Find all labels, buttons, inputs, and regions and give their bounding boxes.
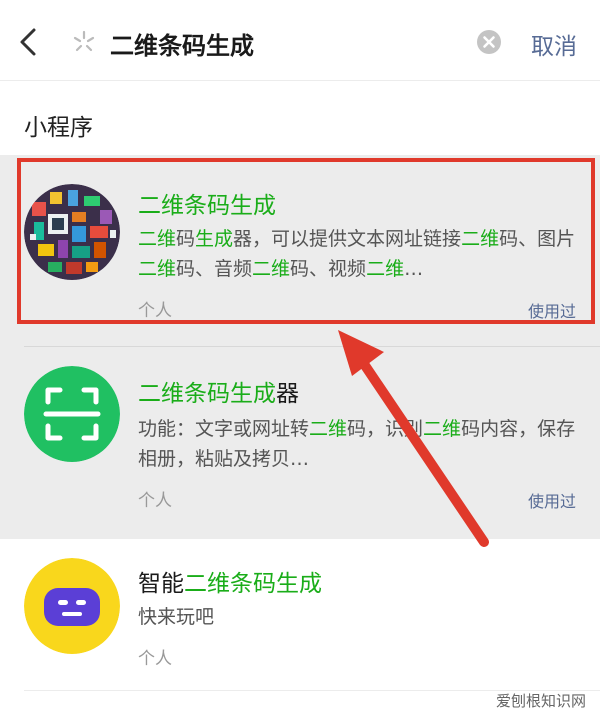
owner-label: 个人 — [138, 491, 172, 511]
row-divider — [24, 346, 600, 347]
mini-program-icon — [73, 30, 95, 52]
watermark: 爱刨根知识网 — [495, 692, 586, 710]
title-rest: 智能 — [138, 571, 184, 597]
result-item[interactable]: 二维条码生成器 功能：文字或网址转二维码，识别二维码内容，保存相册，粘贴及拷贝…… — [0, 348, 600, 538]
search-input[interactable]: 二维条码生成 — [110, 26, 254, 61]
result-title: 智能二维条码生成 — [138, 564, 322, 598]
scan-frame-icon — [24, 366, 120, 462]
title-match: 二维条码生成 — [138, 381, 276, 407]
owner-label: 个人 — [138, 649, 172, 669]
title-rest: 器 — [276, 381, 299, 407]
used-badge: 使用过 — [527, 492, 576, 511]
title-match: 二维条码生成 — [184, 571, 322, 597]
result-description: 功能：文字或网址转二维码，识别二维码内容，保存相册，粘贴及拷贝… — [138, 414, 578, 474]
result-item[interactable]: 智能二维条码生成 快来玩吧 个人 — [0, 540, 600, 690]
search-bar: 二维条码生成 取消 — [0, 0, 600, 80]
annotation-highlight-box — [17, 158, 595, 324]
cancel-button[interactable]: 取消 — [531, 27, 577, 61]
desc-text: 码，识别 — [347, 418, 424, 440]
result-description: 快来玩吧 — [138, 606, 215, 628]
desc-text: 功能：文字或网址转 — [138, 418, 310, 440]
desc-match: 二维 — [423, 418, 462, 440]
clear-circle-icon[interactable] — [476, 29, 502, 55]
section-title: 小程序 — [24, 115, 93, 141]
robot-face-icon — [24, 558, 120, 654]
chevron-left-icon[interactable] — [14, 24, 46, 60]
desc-match: 二维 — [309, 418, 348, 440]
result-title: 二维条码生成器 — [138, 374, 299, 408]
header-divider — [0, 80, 600, 81]
